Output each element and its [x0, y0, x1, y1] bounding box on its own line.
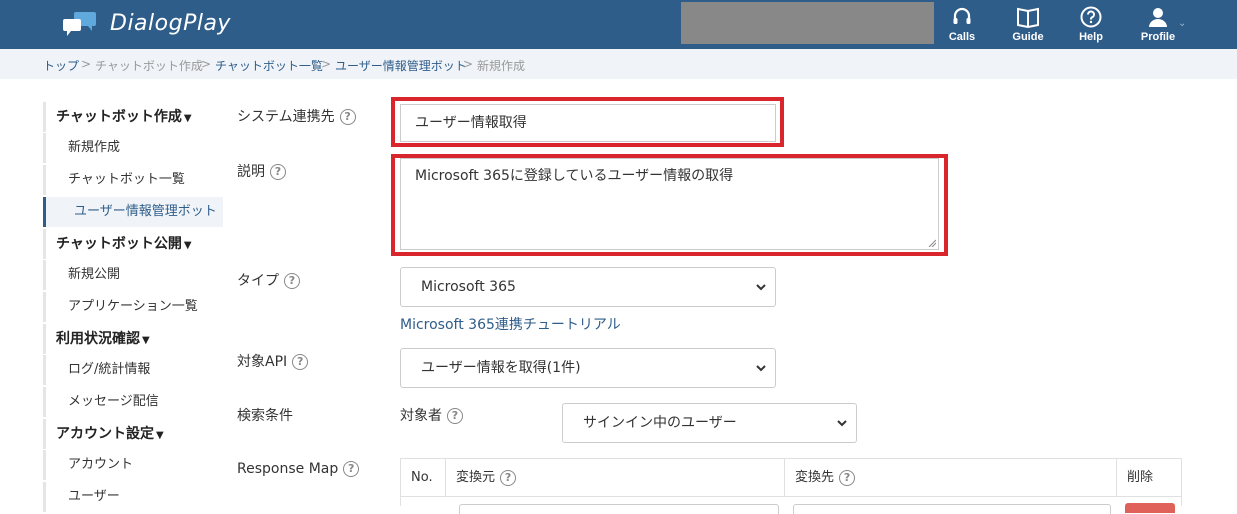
target-select-value: サインイン中のユーザー	[583, 415, 737, 431]
breadcrumb-top[interactable]: トップ	[43, 57, 79, 74]
column-header-delete: 削除	[1127, 470, 1154, 485]
chevron-down-icon	[837, 420, 847, 427]
help-button[interactable]: Help	[1061, 6, 1121, 46]
sidebar-group-label: チャットボット公開	[56, 236, 182, 252]
type-label: タイプ?	[237, 270, 300, 290]
type-select-value: Microsoft 365	[421, 279, 516, 295]
sidebar-group-label: アカウント設定	[56, 426, 154, 442]
help-icon[interactable]: ?	[292, 354, 309, 370]
breadcrumb-separator: >	[81, 57, 92, 71]
description-label-text: 説明	[237, 164, 265, 180]
sidebar-item-app-list[interactable]: アプリケーション一覧	[43, 292, 223, 322]
breadcrumb-separator: >	[463, 57, 474, 71]
column-header-source: 変換元?	[446, 459, 785, 497]
column-header-dest-text: 変換先	[795, 470, 835, 485]
help-icon[interactable]: ?	[447, 408, 463, 424]
description-text: Microsoft 365に登録しているユーザー情報の取得	[415, 168, 734, 184]
tutorial-link[interactable]: Microsoft 365連携チュートリアル	[400, 314, 621, 334]
type-label-text: タイプ	[237, 273, 279, 289]
caret-down-icon: ▼	[183, 113, 192, 124]
help-icon[interactable]: ?	[839, 469, 856, 486]
book-icon	[1017, 7, 1039, 28]
question-circle-icon	[1080, 6, 1102, 28]
sidebar-item-chatbot-list[interactable]: チャットボット一覧	[43, 165, 223, 195]
table-divider	[401, 496, 1181, 497]
help-icon[interactable]: ?	[500, 469, 517, 486]
sidebar-item-users[interactable]: ユーザー	[43, 482, 223, 512]
column-header-dest: 変換先?	[785, 459, 1117, 497]
profile-label: Profile	[1140, 31, 1176, 43]
breadcrumb-chatbot-create[interactable]: チャットボット作成	[95, 57, 203, 74]
breadcrumb-separator: >	[321, 57, 332, 71]
caret-down-icon: ▼	[183, 240, 192, 251]
sidebar-item-messages[interactable]: メッセージ配信	[43, 387, 223, 417]
api-select-value: ユーザー情報を取得(1件)	[421, 360, 581, 376]
response-map-label-text: Response Map	[237, 461, 339, 477]
help-label: Help	[1079, 31, 1103, 43]
app-header: DialogPlay Calls Guide Help Profile ⌄	[0, 0, 1237, 49]
account-name-redacted	[681, 2, 934, 44]
chevron-down-icon	[756, 284, 766, 291]
api-label: 対象API?	[237, 351, 309, 371]
headset-icon	[953, 7, 971, 24]
api-select[interactable]: ユーザー情報を取得(1件)	[400, 348, 776, 388]
sidebar-group-usage[interactable]: 利用状況確認 ▼	[43, 324, 223, 354]
chat-logo-icon	[63, 12, 96, 36]
sidebar-item-new-publish[interactable]: 新規公開	[43, 260, 223, 290]
caret-down-icon: ▼	[142, 335, 150, 346]
sidebar-group-chatbot-publish[interactable]: チャットボット公開 ▼	[43, 229, 223, 259]
help-icon[interactable]: ?	[270, 164, 286, 180]
sidebar-item-logs[interactable]: ログ/統計情報	[43, 355, 223, 385]
description-label: 説明?	[237, 161, 286, 181]
system-input[interactable]: ユーザー情報取得	[400, 104, 776, 142]
sidebar-item-user-bot[interactable]: ユーザー情報管理ボット	[43, 197, 223, 227]
guide-label: Guide	[1012, 31, 1044, 43]
breadcrumb-separator: >	[201, 57, 212, 71]
guide-button[interactable]: Guide	[998, 6, 1058, 46]
app-name: DialogPlay	[110, 11, 231, 36]
api-label-text: 対象API	[237, 354, 288, 370]
sidebar-group-account[interactable]: アカウント設定 ▼	[43, 419, 223, 449]
system-label-text: システム連携先	[237, 109, 335, 125]
breadcrumb-bot[interactable]: ユーザー情報管理ボット	[335, 57, 467, 74]
delete-button[interactable]	[1125, 503, 1175, 513]
type-select[interactable]: Microsoft 365	[400, 267, 776, 307]
target-select[interactable]: サインイン中のユーザー	[562, 403, 857, 443]
help-icon[interactable]: ?	[339, 109, 356, 125]
response-map-label: Response Map?	[237, 461, 360, 477]
help-icon[interactable]: ?	[343, 461, 360, 477]
description-textarea[interactable]: Microsoft 365に登録しているユーザー情報の取得	[400, 158, 939, 250]
chevron-down-icon	[756, 365, 766, 372]
search-label: 検索条件	[237, 408, 293, 424]
sidebar-item-account[interactable]: アカウント	[43, 450, 223, 480]
sidebar-item-new[interactable]: 新規作成	[43, 133, 223, 163]
sidebar-group-label: 利用状況確認	[56, 331, 140, 347]
user-icon	[1149, 8, 1167, 27]
target-label-text: 対象者	[400, 408, 442, 424]
breadcrumb-current: 新規作成	[477, 59, 526, 73]
target-label: 対象者?	[400, 405, 463, 425]
breadcrumb-chatbot-list[interactable]: チャットボット一覧	[215, 57, 323, 74]
chevron-down-icon[interactable]: ⌄	[1178, 18, 1186, 29]
response-map-table: No. 変換元? 変換先? 削除	[400, 458, 1182, 514]
calls-button[interactable]: Calls	[932, 6, 992, 46]
breadcrumb: トップ > チャットボット作成 > チャットボット一覧 > ユーザー情報管理ボッ…	[0, 49, 1237, 79]
system-label: システム連携先?	[237, 106, 356, 126]
column-header-no: No.	[401, 459, 446, 497]
calls-label: Calls	[948, 31, 976, 43]
resize-handle-icon[interactable]	[928, 239, 936, 247]
column-header-source-text: 変換元	[456, 470, 496, 485]
caret-down-icon: ▼	[156, 430, 164, 441]
sidebar-group-label: チャットボット作成	[56, 109, 182, 125]
sidebar-group-chatbot-create[interactable]: チャットボット作成 ▼	[43, 102, 223, 132]
help-icon[interactable]: ?	[284, 273, 300, 289]
